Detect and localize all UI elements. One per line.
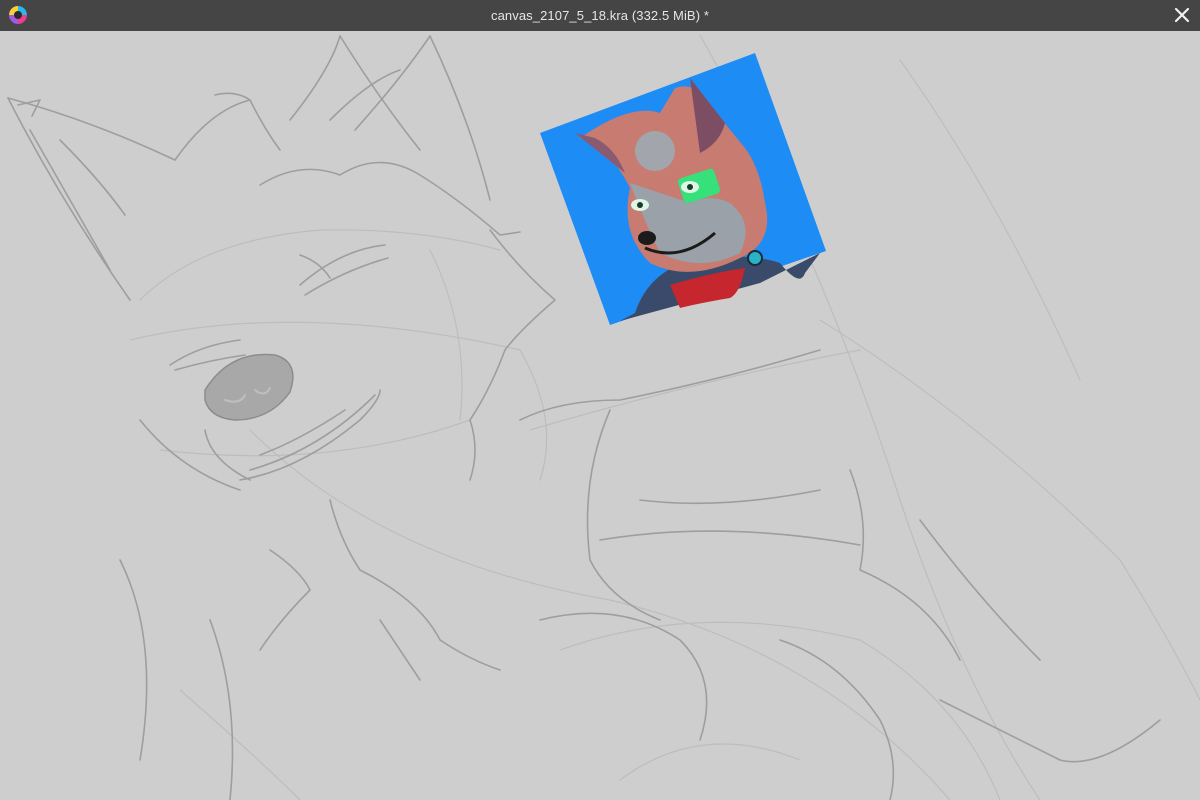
drawing-canvas[interactable] xyxy=(0,31,1200,800)
close-button[interactable] xyxy=(1170,3,1194,27)
wolf-character-reference[interactable] xyxy=(540,53,826,325)
close-icon xyxy=(1174,7,1190,23)
krita-logo-icon[interactable] xyxy=(8,5,28,25)
window-title: canvas_2107_5_18.kra (332.5 MiB) * xyxy=(490,8,710,23)
title-bar: canvas_2107_5_18.kra (332.5 MiB) * xyxy=(0,0,1200,31)
